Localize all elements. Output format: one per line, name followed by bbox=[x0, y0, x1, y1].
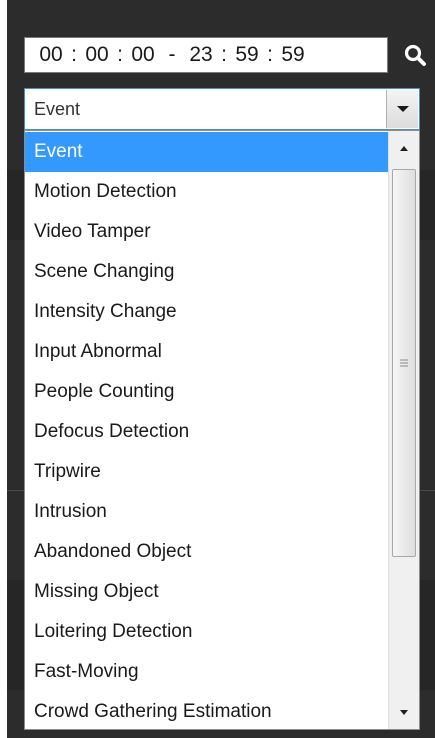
option-tripwire[interactable]: Tripwire bbox=[25, 452, 389, 492]
end-hour-field[interactable]: 23 bbox=[187, 43, 215, 67]
scroll-thumb[interactable] bbox=[392, 169, 416, 557]
select-current-value: Event bbox=[34, 99, 81, 119]
start-hour-field[interactable]: 00 bbox=[37, 43, 65, 67]
option-fast-moving[interactable]: Fast-Moving bbox=[25, 652, 389, 692]
option-intrusion[interactable]: Intrusion bbox=[25, 492, 389, 532]
end-minute-field[interactable]: 59 bbox=[233, 43, 261, 67]
search-button[interactable] bbox=[398, 38, 432, 72]
option-event[interactable]: Event bbox=[25, 132, 389, 172]
option-missing-object[interactable]: Missing Object bbox=[25, 572, 389, 612]
time-separator: : bbox=[221, 43, 227, 66]
scroll-down-button[interactable] bbox=[389, 695, 419, 729]
option-abandoned-object[interactable]: Abandoned Object bbox=[25, 532, 389, 572]
option-loitering-detection[interactable]: Loitering Detection bbox=[25, 612, 389, 652]
grip-icon bbox=[400, 359, 408, 367]
arrow-down-icon bbox=[400, 709, 408, 715]
dropdown-scrollbar[interactable] bbox=[388, 131, 419, 729]
time-range-input[interactable]: 00 : 00 : 00 - 23 : 59 : 59 bbox=[24, 37, 388, 73]
select-dropdown-button[interactable] bbox=[386, 90, 418, 128]
time-separator: : bbox=[71, 43, 77, 66]
option-video-tamper[interactable]: Video Tamper bbox=[25, 212, 389, 252]
event-type-dropdown-list[interactable]: Event Motion Detection Video Tamper Scen… bbox=[24, 130, 420, 730]
option-crowd-gathering-estimation[interactable]: Crowd Gathering Estimation bbox=[25, 692, 389, 729]
scroll-up-button[interactable] bbox=[389, 131, 419, 165]
option-people-counting[interactable]: People Counting bbox=[25, 372, 389, 412]
range-dash: - bbox=[168, 43, 176, 66]
start-minute-field[interactable]: 00 bbox=[83, 43, 111, 67]
time-separator: : bbox=[117, 43, 123, 66]
start-second-field[interactable]: 00 bbox=[129, 43, 157, 67]
screenshot-frame: 00 : 00 : 00 - 23 : 59 : 59 Event Event … bbox=[0, 0, 435, 738]
option-motion-detection[interactable]: Motion Detection bbox=[25, 172, 389, 212]
chevron-down-icon bbox=[396, 106, 409, 112]
option-input-abnormal[interactable]: Input Abnormal bbox=[25, 332, 389, 372]
end-second-field[interactable]: 59 bbox=[279, 43, 307, 67]
time-separator: : bbox=[267, 43, 273, 66]
option-scene-changing[interactable]: Scene Changing bbox=[25, 252, 389, 292]
option-intensity-change[interactable]: Intensity Change bbox=[25, 292, 389, 332]
event-type-select[interactable]: Event bbox=[24, 88, 420, 130]
option-defocus-detection[interactable]: Defocus Detection bbox=[25, 412, 389, 452]
arrow-up-icon bbox=[400, 145, 408, 151]
search-icon bbox=[404, 44, 426, 66]
